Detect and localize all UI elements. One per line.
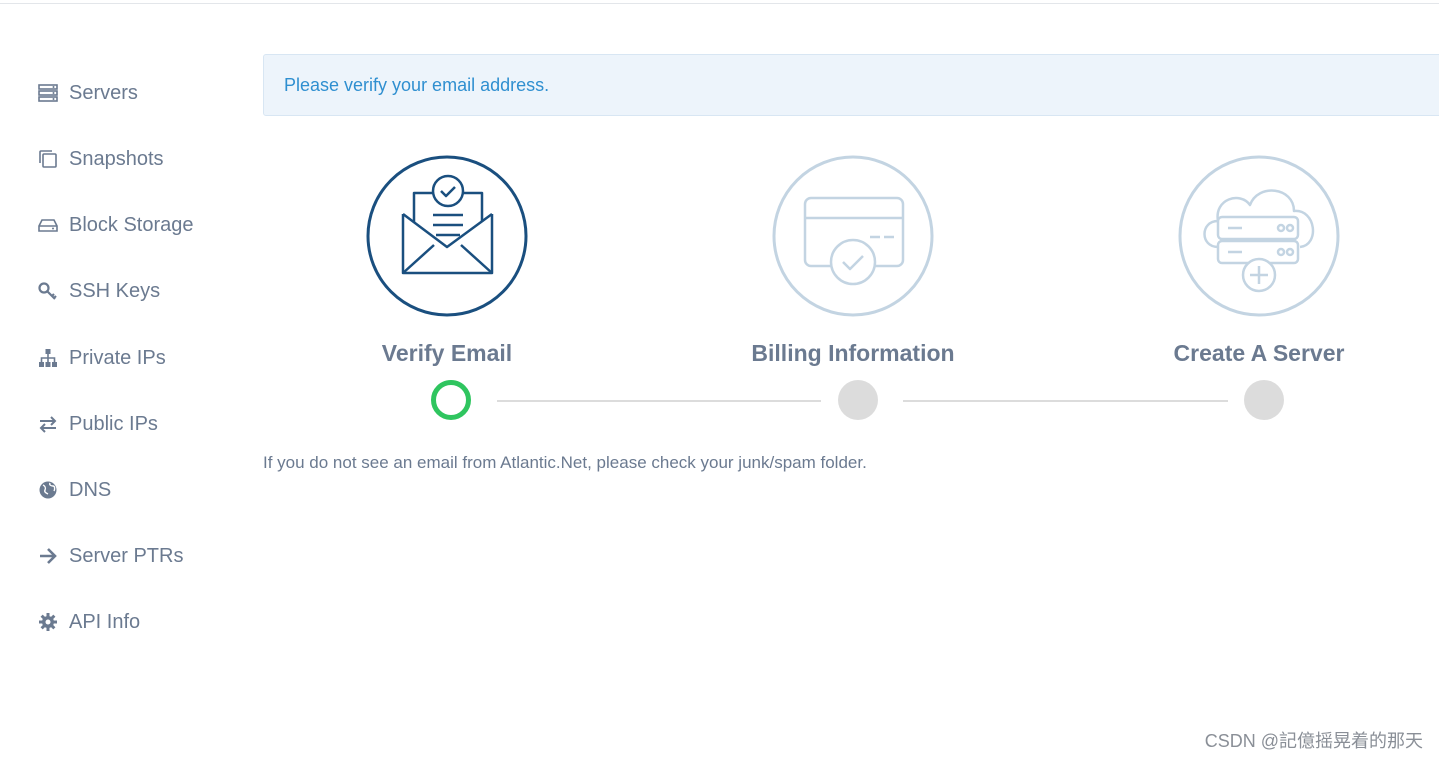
step-indicator-billing-information (838, 380, 878, 420)
sidebar-item-server-ptrs[interactable]: Server PTRs (37, 540, 183, 572)
step-title-create-server: Create A Server (1173, 340, 1345, 366)
step-title-verify-email: Verify Email (381, 340, 513, 366)
gear-icon (37, 611, 59, 633)
sidebar-item-label: Public IPs (69, 412, 158, 435)
sidebar-item-snapshots[interactable]: Snapshots (37, 143, 164, 175)
servers-icon (37, 82, 59, 104)
step-connector (497, 400, 821, 402)
sidebar-item-api-info[interactable]: API Info (37, 606, 140, 638)
globe-icon (37, 479, 59, 501)
sidebar-item-block-storage[interactable]: Block Storage (37, 209, 194, 241)
sidebar-item-label: Private IPs (69, 346, 166, 369)
sidebar-item-label: Servers (69, 81, 138, 104)
arrow-right-icon (37, 545, 59, 567)
sidebar-item-servers[interactable]: Servers (37, 77, 138, 109)
sidebar-item-dns[interactable]: DNS (37, 474, 111, 506)
alert-text: Please verify your email address. (284, 74, 550, 95)
create-server-icon (1178, 155, 1340, 317)
step-indicator-create-server (1244, 380, 1284, 420)
sitemap-icon (37, 347, 59, 369)
sidebar-item-label: DNS (69, 478, 112, 501)
sidebar-item-public-ips[interactable]: Public IPs (37, 408, 158, 440)
sidebar-item-label: Snapshots (69, 147, 164, 170)
verify-email-icon (366, 155, 528, 317)
block-storage-icon (37, 214, 59, 236)
watermark-text: CSDN @記億摇晃着的那天 (1204, 731, 1423, 751)
snapshots-icon (37, 148, 59, 170)
sidebar-item-label: Server PTRs (69, 544, 184, 567)
billing-card-icon (772, 155, 934, 317)
step-indicator-verify-email (431, 380, 471, 420)
exchange-icon (37, 413, 59, 435)
sidebar-item-ssh-keys[interactable]: SSH Keys (37, 275, 160, 307)
verify-email-alert: Please verify your email address. (263, 54, 1439, 116)
junk-folder-note: If you do not see an email from Atlantic… (263, 453, 867, 472)
sidebar-item-private-ips[interactable]: Private IPs (37, 342, 166, 374)
sidebar-item-label: API Info (69, 610, 141, 633)
top-divider (0, 3, 1439, 4)
sidebar-item-label: Block Storage (69, 213, 194, 236)
step-connector (903, 400, 1228, 402)
step-title-billing-information: Billing Information (751, 340, 955, 366)
sidebar-item-label: SSH Keys (69, 279, 161, 302)
key-icon (37, 280, 59, 302)
